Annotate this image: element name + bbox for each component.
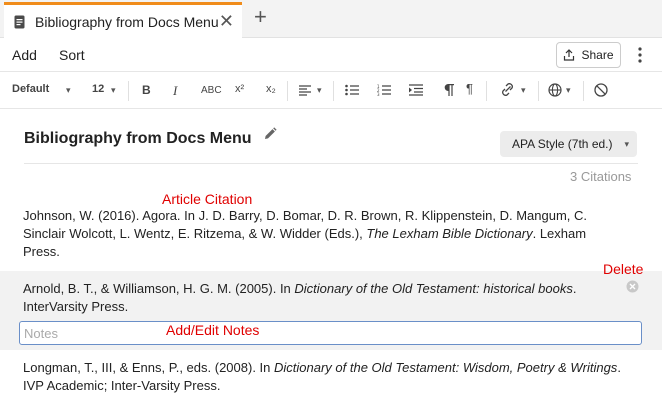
annotation-article-citation: Article Citation: [162, 191, 253, 207]
italic-icon[interactable]: I: [173, 83, 177, 99]
chevron-down-icon[interactable]: ▾: [521, 85, 526, 96]
toolbar-divider: [333, 81, 334, 101]
bold-icon[interactable]: B: [142, 83, 151, 97]
citation-item[interactable]: Arnold, B. T., & Williamson, H. G. M. (2…: [23, 280, 623, 316]
chevron-down-icon[interactable]: ▾: [566, 85, 571, 96]
add-menu[interactable]: Add: [12, 47, 37, 63]
toolbar-divider: [583, 81, 584, 101]
paragraph-icon[interactable]: [443, 84, 455, 96]
chevron-down-icon: ▾: [624, 139, 629, 149]
pilcrow-icon[interactable]: ¶: [466, 81, 473, 96]
numbered-list-icon[interactable]: 1 2 3: [377, 84, 391, 96]
annotation-delete: Delete: [603, 261, 644, 277]
pencil-icon[interactable]: [263, 127, 277, 141]
citation-style-select[interactable]: APA Style (7th ed.) ▾: [500, 131, 637, 157]
chevron-down-icon[interactable]: ▾: [111, 85, 116, 96]
link-icon[interactable]: [500, 83, 516, 97]
tab-bar: Bibliography from Docs Menu ✕ +: [0, 0, 662, 38]
font-size-dropdown[interactable]: 12: [92, 83, 104, 95]
more-options-icon[interactable]: [636, 46, 644, 64]
subscript-icon[interactable]: x₂: [266, 83, 276, 95]
document-icon: [14, 15, 25, 28]
citation-style-value: APA Style (7th ed.): [512, 137, 613, 151]
share-icon: [564, 49, 575, 61]
svg-text:3: 3: [377, 92, 380, 96]
notes-input[interactable]: [19, 321, 642, 345]
menu-row: Add Sort Share: [0, 38, 662, 72]
divider: [24, 163, 638, 164]
delete-citation-icon[interactable]: [626, 280, 639, 293]
chevron-down-icon[interactable]: ▾: [317, 85, 322, 96]
strikethrough-icon[interactable]: ABC: [201, 85, 222, 96]
superscript-icon[interactable]: x²: [235, 83, 244, 95]
toolbar-divider: [287, 81, 288, 101]
align-left-icon[interactable]: [299, 85, 311, 96]
tab-bibliography[interactable]: Bibliography from Docs Menu ✕: [4, 2, 242, 38]
clear-formatting-icon[interactable]: [594, 83, 608, 97]
toolbar-divider: [486, 81, 487, 101]
bullet-list-icon[interactable]: [345, 84, 359, 96]
format-toolbar: Default ▾ 12 ▾ B I ABC x² x₂ ▾ 1 2 3 ¶ ▾…: [0, 72, 662, 109]
globe-icon[interactable]: [548, 83, 562, 97]
annotation-add-edit-notes: Add/Edit Notes: [166, 322, 260, 338]
toolbar-divider: [128, 81, 129, 101]
share-button[interactable]: Share: [556, 42, 621, 68]
share-label: Share: [581, 48, 614, 62]
sort-menu[interactable]: Sort: [59, 47, 85, 63]
tab-title: Bibliography from Docs Menu: [35, 13, 219, 30]
add-tab-icon[interactable]: +: [254, 6, 267, 28]
citation-item[interactable]: Longman, T., III, & Enns, P., eds. (2008…: [23, 359, 623, 395]
style-dropdown[interactable]: Default: [12, 83, 49, 95]
chevron-down-icon[interactable]: ▾: [66, 85, 71, 96]
citation-item[interactable]: Johnson, W. (2016). Agora. In J. D. Barr…: [23, 207, 623, 261]
indent-icon[interactable]: [409, 84, 423, 96]
citation-count: 3 Citations: [570, 169, 632, 184]
page-title: Bibliography from Docs Menu: [24, 130, 252, 147]
close-icon[interactable]: ✕: [219, 11, 234, 32]
toolbar-divider: [538, 81, 539, 101]
